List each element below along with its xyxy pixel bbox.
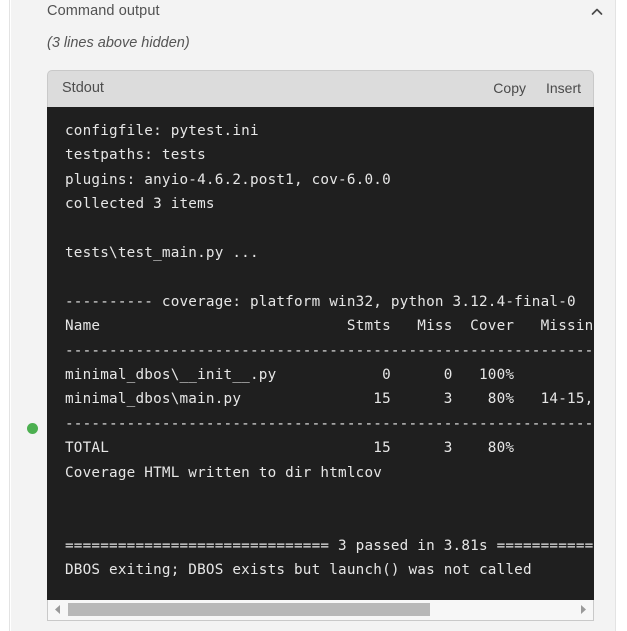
terminal-line: ---------- coverage: platform win32, pyt… bbox=[65, 293, 576, 310]
triangle-left-icon[interactable] bbox=[49, 600, 66, 619]
stdout-actions: Copy Insert bbox=[493, 80, 581, 96]
triangle-right-icon[interactable] bbox=[575, 600, 592, 619]
terminal-line: plugins: anyio-4.6.2.post1, cov-6.0.0 bbox=[65, 171, 391, 188]
terminal-line: testpaths: tests bbox=[65, 147, 206, 164]
panel-header: Command output bbox=[11, 0, 615, 30]
terminal-line: DBOS exiting; DBOS exists but launch() w… bbox=[65, 562, 532, 579]
right-gutter bbox=[615, 0, 627, 631]
terminal-line: minimal_dbos\__init__.py 0 0 100% bbox=[65, 367, 515, 384]
terminal-lines: configfile: pytest.ini testpaths: tests pl… bbox=[65, 119, 594, 583]
terminal-line: minimal_dbos\main.py 15 3 80% 14-15, 35 bbox=[65, 391, 594, 408]
hidden-lines-notice: (3 lines above hidden) bbox=[47, 35, 190, 51]
stdout-toolbar: Stdout Copy Insert bbox=[47, 70, 594, 107]
stdout-label: Stdout bbox=[62, 80, 104, 96]
left-gutter bbox=[0, 0, 10, 631]
chevron-up-icon[interactable] bbox=[586, 1, 608, 23]
scrollbar-thumb[interactable] bbox=[68, 603, 430, 616]
terminal-line: Name Stmts Miss Cover Missing bbox=[65, 318, 594, 335]
horizontal-scrollbar[interactable] bbox=[47, 600, 594, 621]
status-badge bbox=[27, 423, 38, 434]
terminal-line: ----------------------------------------… bbox=[65, 415, 594, 432]
terminal-line: TOTAL 15 3 80% bbox=[65, 440, 515, 457]
command-output-screen: Command output (3 lines above hidden) St… bbox=[0, 0, 627, 631]
terminal-line: tests\test_main.py ... bbox=[65, 245, 259, 262]
terminal-line: configfile: pytest.ini bbox=[65, 123, 259, 139]
copy-button[interactable]: Copy bbox=[493, 80, 526, 96]
insert-button[interactable]: Insert bbox=[546, 80, 581, 96]
stdout-block: Stdout Copy Insert configfile: pytest.in… bbox=[47, 70, 594, 621]
page-title: Command output bbox=[47, 3, 160, 19]
terminal-line: ----------------------------------------… bbox=[65, 342, 594, 359]
terminal-line: collected 3 items bbox=[65, 196, 215, 213]
run-status-dot[interactable] bbox=[25, 421, 40, 436]
command-output-panel: Command output (3 lines above hidden) St… bbox=[11, 0, 615, 631]
terminal-line: ============================== 3 passed … bbox=[65, 537, 594, 554]
terminal-line: Coverage HTML written to dir htmlcov bbox=[65, 464, 383, 481]
terminal-output[interactable]: configfile: pytest.ini testpaths: tests pl… bbox=[47, 107, 594, 600]
